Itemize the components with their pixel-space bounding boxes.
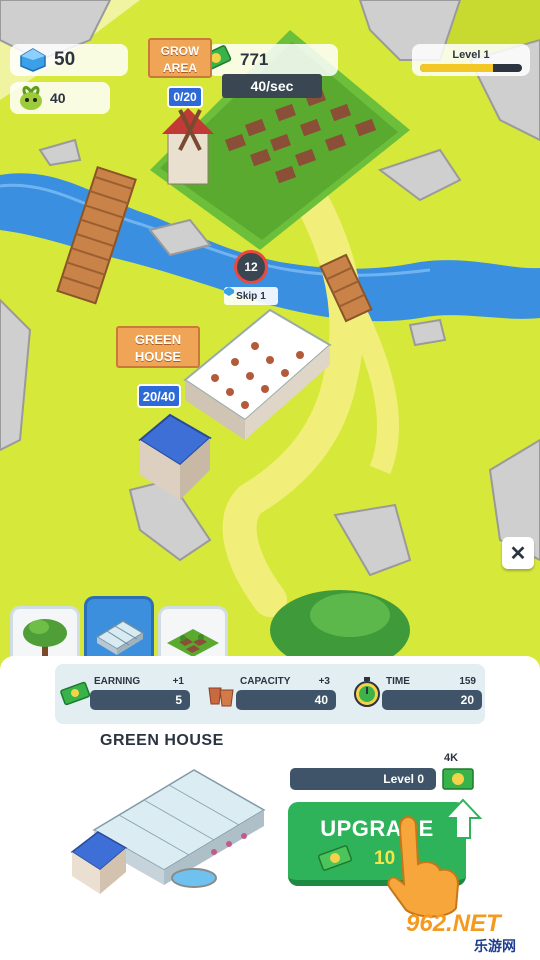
greenhouse-sign[interactable]: GREEN HOUSE: [116, 326, 200, 368]
skip-cost: 1: [260, 290, 266, 302]
building-title: GREEN HOUSE: [100, 732, 224, 749]
build-timer: 12: [234, 250, 268, 284]
next-upgrade-cost: 4K: [444, 752, 459, 764]
gem-icon: [224, 287, 234, 296]
greenhouse-capacity-badge: 20/40: [137, 384, 181, 408]
cash-count: 771: [240, 50, 269, 69]
gem-counter: 50: [10, 44, 128, 76]
seed-count: 40: [50, 90, 66, 106]
seed-counter: 40: [10, 82, 110, 114]
game-map[interactable]: 50 40 771 40/sec Level 1 GROW AREA 0/20 …: [0, 0, 540, 660]
tab-grow-area[interactable]: [158, 606, 228, 662]
stat-delta: +1: [172, 676, 184, 687]
stat-earning: EARNING +1 5: [60, 672, 192, 714]
level-progress-fill: [420, 64, 494, 72]
watermark-sub: 乐游网: [474, 938, 516, 954]
watermark: 962.NET 乐游网: [400, 908, 536, 956]
grow-plots-icon: [167, 629, 219, 657]
cash-stack-icon: [317, 845, 353, 871]
stat-time: TIME 159 20: [352, 672, 484, 714]
grow-area-capacity-badge: 0/20: [167, 86, 203, 108]
seed-creature-icon: [20, 86, 42, 110]
cash-icon: [442, 768, 474, 790]
stat-capacity: CAPACITY +3 40: [206, 672, 338, 714]
tab-tree[interactable]: [10, 606, 80, 662]
skip-button[interactable]: Skip 1: [224, 287, 278, 305]
skip-label: Skip: [236, 290, 258, 302]
stat-value: 5: [90, 690, 190, 710]
level-indicator: Level 1: [412, 44, 530, 76]
tap-hand-icon: [387, 816, 460, 918]
stat-value: 20: [382, 690, 482, 710]
stat-value: 40: [236, 690, 336, 710]
stopwatch-icon: [354, 677, 380, 707]
gem-icon: [20, 48, 46, 72]
close-button[interactable]: ✕: [502, 537, 534, 569]
tab-greenhouse[interactable]: [84, 596, 154, 662]
stat-name: EARNING: [94, 676, 141, 687]
level-label: Level 1: [452, 49, 490, 61]
grow-area-sign[interactable]: GROW AREA: [148, 38, 212, 78]
stat-delta: 159: [459, 676, 476, 687]
building-level: Level 0: [290, 768, 436, 790]
watermark-brand: 962.NET: [406, 910, 501, 937]
greenhouse-icon: [95, 620, 145, 655]
cash-rate: 40/sec: [222, 74, 322, 98]
tree-icon: [23, 619, 67, 659]
stat-delta: +3: [318, 676, 330, 687]
level-progress-bar: [420, 64, 522, 72]
cash-icon: [60, 681, 90, 706]
cash-counter: 771: [200, 44, 338, 76]
gem-count: 50: [54, 49, 76, 70]
greenhouse-preview-image: [70, 769, 266, 894]
pots-icon: [208, 687, 234, 707]
stat-name: CAPACITY: [240, 676, 291, 687]
stat-name: TIME: [386, 676, 410, 687]
close-icon: ✕: [509, 542, 527, 565]
